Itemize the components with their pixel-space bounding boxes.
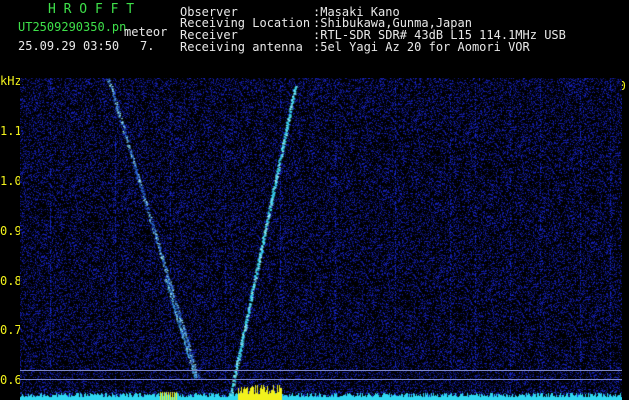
freq-unit-label: kHz [0,74,22,88]
freq-tick: 1.0 [0,174,22,188]
meteor-label: meteor [124,25,168,39]
freq-tick: 0.6 [0,373,22,387]
reference-line [20,370,622,371]
spectrogram-canvas [20,78,622,400]
freq-tick: 0.9 [0,224,22,238]
freq-tick: 1.1 [0,124,22,138]
meteor-count: 7. [140,39,155,53]
app-title: H R O F F T [48,2,135,17]
reference-line [20,379,622,380]
freq-tick: 0.7 [0,323,22,337]
antenna-label: Receiving antenna [180,40,303,54]
freq-tick: 0.8 [0,274,22,288]
antenna-value: :5el Yagi Az 20 for Aomori VOR [313,40,530,54]
filename: UT2509290350.pn [18,20,127,34]
date-time: 25.09.29 03:50 [18,39,120,53]
